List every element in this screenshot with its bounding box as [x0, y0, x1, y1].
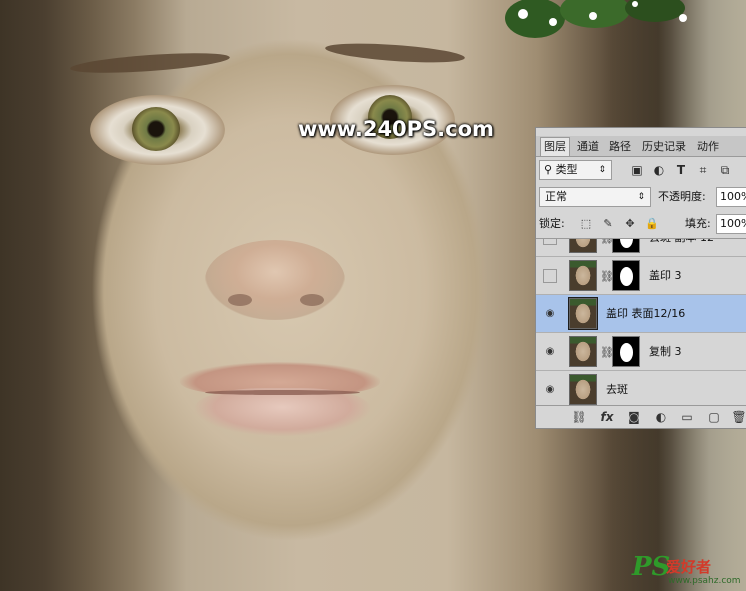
lock-row: 锁定: ⬚ ✎ ✥ 🔒 填充: 100% — [539, 214, 746, 236]
type-filter-icon[interactable]: T — [673, 162, 689, 178]
layers-footer: ⛓ fx ◙ ◐ ▭ ▢ 🗑 — [536, 405, 746, 429]
left-eyebrow — [69, 49, 231, 77]
lock-transparent-icon[interactable]: ⬚ — [579, 217, 593, 231]
flower-wreath — [505, 0, 687, 38]
trash-icon[interactable]: 🗑 — [731, 409, 746, 425]
add-mask-icon[interactable]: ◙ — [626, 409, 642, 425]
layer-name: 盖印 表面12/16 — [606, 307, 686, 320]
filter-row: ⚲ 类型 ⇕ ▣ ◐ T ⌗ ⧉ — [539, 160, 744, 182]
site-logo: PS 爱好者 www.psahz.com — [632, 552, 742, 588]
layer-thumbnail — [569, 260, 597, 291]
blend-row: 正常 ⇕ 不透明度: 100% — [539, 186, 746, 208]
search-icon: ⚲ — [544, 163, 556, 176]
right-nostril — [300, 294, 324, 306]
new-group-icon[interactable]: ▭ — [679, 409, 695, 425]
chevron-updown-icon: ⇕ — [637, 192, 645, 202]
mouth-line — [205, 390, 360, 395]
left-iris — [132, 107, 180, 151]
layer-name: 复制 3 — [649, 345, 682, 358]
layer-row[interactable]: ⛓ 盖印 3 — [536, 257, 746, 295]
eye-icon[interactable]: ◉ — [543, 345, 557, 359]
layer-mask-thumbnail[interactable] — [612, 260, 640, 291]
layer-row[interactable]: ⛓ 去斑 副本 12 — [536, 239, 746, 257]
adjustment-filter-icon[interactable]: ◐ — [651, 162, 667, 178]
shape-filter-icon[interactable]: ⌗ — [695, 162, 711, 178]
layer-thumbnail — [569, 239, 597, 253]
watermark-text: www.240PS.com — [298, 117, 494, 141]
nose — [205, 240, 345, 320]
lock-label: 锁定: — [539, 217, 565, 230]
lock-move-icon[interactable]: ✥ — [623, 217, 637, 231]
smart-object-filter-icon[interactable]: ⧉ — [717, 162, 733, 178]
kind-filter-select[interactable]: ⚲ 类型 ⇕ — [539, 160, 612, 180]
kind-filter-value: 类型 — [555, 163, 578, 176]
layer-thumbnail — [569, 374, 597, 405]
layers-list: ⛓ 去斑 副本 12 ⛓ 盖印 3 ◉ 盖印 表面12/16 ◉ ⛓ 复制 3 … — [536, 238, 746, 406]
blend-mode-value: 正常 — [545, 190, 567, 203]
lock-all-icon[interactable]: 🔒 — [645, 217, 659, 231]
layer-mask-thumbnail[interactable] — [612, 336, 640, 367]
visibility-toggle[interactable] — [543, 269, 557, 283]
layer-row[interactable]: ◉ ⛓ 复制 3 — [536, 333, 746, 371]
visibility-toggle[interactable] — [543, 239, 557, 245]
layer-mask-thumbnail[interactable] — [612, 239, 640, 253]
layer-thumbnail — [569, 336, 597, 367]
logo-url: www.psahz.com — [668, 576, 741, 586]
right-eyebrow — [324, 40, 466, 66]
fill-field[interactable]: 100% — [716, 214, 746, 234]
eye-icon[interactable]: ◉ — [543, 307, 557, 321]
logo-ps: PS — [632, 552, 671, 582]
tab-actions[interactable]: 动作 — [694, 138, 722, 156]
layers-panel: 图层 通道 路径 历史记录 动作 ⚲ 类型 ⇕ ▣ ◐ T ⌗ ⧉ 正常 ⇕ 不… — [535, 127, 746, 429]
opacity-field[interactable]: 100% — [716, 187, 746, 207]
image-filter-icon[interactable]: ▣ — [629, 162, 645, 178]
adjustment-layer-icon[interactable]: ◐ — [653, 409, 669, 425]
layer-name: 盖印 3 — [649, 269, 682, 282]
fill-label: 填充: — [685, 217, 711, 230]
layer-row-selected[interactable]: ◉ 盖印 表面12/16 — [536, 295, 746, 333]
blend-mode-select[interactable]: 正常 ⇕ — [539, 187, 651, 207]
new-layer-icon[interactable]: ▢ — [706, 409, 722, 425]
tab-layers[interactable]: 图层 — [540, 137, 570, 156]
tab-channels[interactable]: 通道 — [574, 138, 602, 156]
tab-paths[interactable]: 路径 — [606, 138, 634, 156]
eye-icon[interactable]: ◉ — [543, 383, 557, 397]
tab-history[interactable]: 历史记录 — [639, 138, 689, 156]
layer-thumbnail — [568, 297, 598, 330]
panel-tabs: 图层 通道 路径 历史记录 动作 — [536, 136, 746, 157]
layer-row[interactable]: ◉ 去斑 — [536, 371, 746, 405]
opacity-label: 不透明度: — [658, 190, 706, 203]
left-nostril — [228, 294, 252, 306]
lock-brush-icon[interactable]: ✎ — [601, 217, 615, 231]
chevron-updown-icon: ⇕ — [598, 165, 606, 175]
link-layers-icon[interactable]: ⛓ — [571, 409, 587, 425]
fx-icon[interactable]: fx — [599, 409, 615, 425]
layer-name: 去斑 — [606, 383, 628, 396]
lower-lip — [195, 388, 370, 436]
logo-cn: 爱好者 — [666, 558, 712, 576]
layer-name: 去斑 副本 12 — [649, 239, 714, 256]
